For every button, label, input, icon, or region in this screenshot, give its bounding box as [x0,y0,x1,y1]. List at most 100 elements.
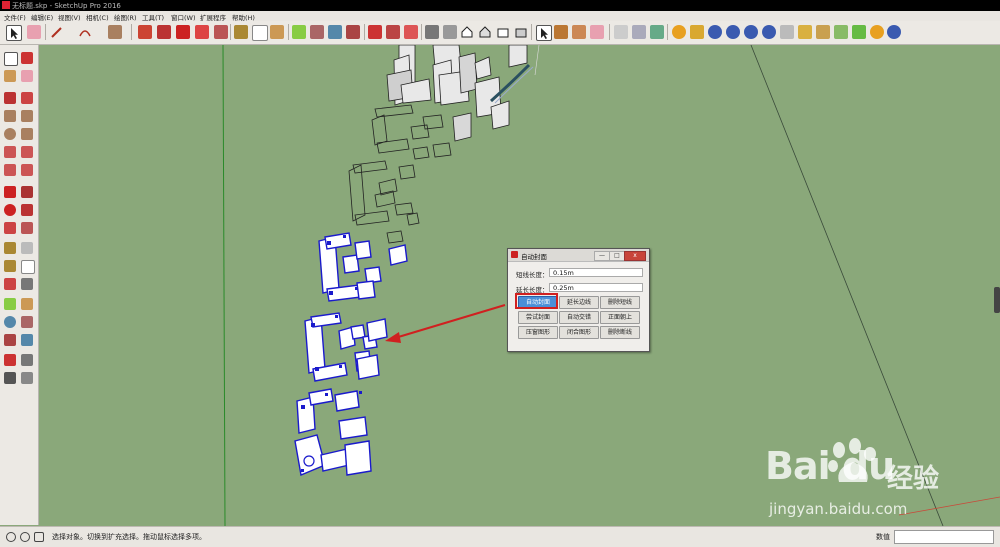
shaded-icon[interactable] [632,25,646,39]
plugin-tag-icon[interactable] [690,25,704,39]
orbit-icon[interactable] [292,25,306,39]
pencil-icon[interactable] [50,25,64,39]
plugin-cube-icon[interactable] [798,25,812,39]
zoom-extents-tool-icon[interactable] [4,334,16,346]
look-around-icon[interactable] [21,354,33,366]
eraser-icon[interactable] [27,25,41,39]
credit-icon[interactable] [34,532,44,542]
auto-intersect-button[interactable]: 自动交错 [559,311,599,324]
3d-text-icon[interactable] [21,278,33,290]
plugin-pause-icon[interactable] [887,25,901,39]
offset-tool-icon[interactable] [21,222,33,234]
try-cover-button[interactable]: 尝试封面 [518,311,558,324]
sort-icon[interactable] [650,25,664,39]
previous-view-icon[interactable] [21,334,33,346]
iso-view-icon[interactable] [425,25,439,39]
plugin-info-icon[interactable] [870,25,884,39]
rotated-rect-icon[interactable] [21,110,33,122]
close-button[interactable]: x [624,251,646,261]
warehouse-icon[interactable] [368,25,382,39]
dimension-tool-icon[interactable] [21,242,33,254]
component-icon[interactable] [554,25,568,39]
camera-icon[interactable] [404,25,418,39]
scale-icon[interactable] [195,25,209,39]
plugin-grid-icon[interactable] [852,25,866,39]
top-view-icon[interactable] [443,25,457,39]
measurements-input[interactable] [894,530,994,544]
right-view-icon[interactable] [496,25,510,39]
pushpull-icon[interactable] [138,25,152,39]
side-panel-tab[interactable] [994,287,1000,313]
zoom-icon[interactable] [328,25,342,39]
protractor-tool-icon[interactable] [4,260,16,272]
face-up-button[interactable]: 正面朝上 [600,311,640,324]
home-icon[interactable] [460,25,474,39]
zoom-window-icon[interactable] [21,316,33,328]
axes-tool-icon[interactable] [4,278,16,290]
tape-icon[interactable] [234,25,248,39]
offset-icon[interactable] [214,25,228,39]
position-camera-icon[interactable] [4,354,16,366]
plugin-b-icon[interactable] [762,25,776,39]
plugin-star-icon[interactable] [816,25,830,39]
info-icon[interactable] [20,532,30,542]
eraser-2-icon[interactable] [590,25,604,39]
pushpull-tool-icon[interactable] [21,186,33,198]
dialog-titlebar[interactable]: 自动封面 — □ x [508,249,649,262]
rectangle-icon[interactable] [108,25,122,39]
paint-tool-icon[interactable] [4,70,16,82]
paint-bucket-icon[interactable] [572,25,586,39]
section-icon[interactable] [614,25,628,39]
text-tool-icon[interactable] [21,260,35,274]
select-tool-2-icon[interactable] [536,25,552,41]
freehand-tool-icon[interactable] [21,92,33,104]
3pt-arc-icon[interactable] [4,164,16,176]
close-shape-button[interactable]: 闭合图形 [559,326,599,339]
arc-icon[interactable] [78,25,92,39]
rotate-tool-icon[interactable] [4,204,16,216]
select-tool-icon[interactable] [4,52,18,66]
plugin-rt-icon[interactable] [726,25,740,39]
help-icon[interactable] [6,532,16,542]
text-icon[interactable] [252,25,268,41]
eraser-tool-icon[interactable] [21,70,33,82]
plugin-wrench-icon[interactable] [780,25,794,39]
extend-edge-button[interactable]: 延长边线 [559,296,599,309]
delete-short-line-button[interactable]: 删除短线 [600,296,640,309]
zoom-extents-icon[interactable] [346,25,360,39]
arc-tool-icon[interactable] [4,146,16,158]
polygon-tool-icon[interactable] [21,128,33,140]
2pt-arc-icon[interactable] [21,146,33,158]
pie-tool-icon[interactable] [21,164,33,176]
zoom-tool-icon[interactable] [4,316,16,328]
paint-icon[interactable] [270,25,284,39]
flatten-shape-button[interactable]: 压窗图形 [518,326,558,339]
plugin-rs-icon[interactable] [744,25,758,39]
extension-icon[interactable] [386,25,400,39]
rotate-icon[interactable] [176,25,190,39]
move-icon[interactable] [157,25,171,39]
plugin-r-icon[interactable] [708,25,722,39]
walk-tool-icon[interactable] [4,372,16,384]
scale-tool-icon[interactable] [4,222,16,234]
minimize-button[interactable]: — [594,251,610,261]
plugin-map-icon[interactable] [834,25,848,39]
make-component-icon[interactable] [21,52,33,64]
back-view-icon[interactable] [514,25,528,39]
pan-tool-icon[interactable] [21,298,33,310]
select-icon[interactable] [6,25,22,41]
line-tool-icon[interactable] [4,92,16,104]
circle-tool-icon[interactable] [4,128,16,140]
delete-broken-line-button[interactable]: 删除断线 [600,326,640,339]
front-view-icon[interactable] [478,25,492,39]
plugin-m-icon[interactable] [672,25,686,39]
orbit-tool-icon[interactable] [4,298,16,310]
section-plane-icon[interactable] [21,372,33,384]
tape-tool-icon[interactable] [4,242,16,254]
rectangle-tool-icon[interactable] [4,110,16,122]
move-tool-icon[interactable] [4,186,16,198]
maximize-button[interactable]: □ [609,251,625,261]
short-line-input[interactable]: 0.15m [549,268,643,277]
followme-tool-icon[interactable] [21,204,33,216]
pan-icon[interactable] [310,25,324,39]
